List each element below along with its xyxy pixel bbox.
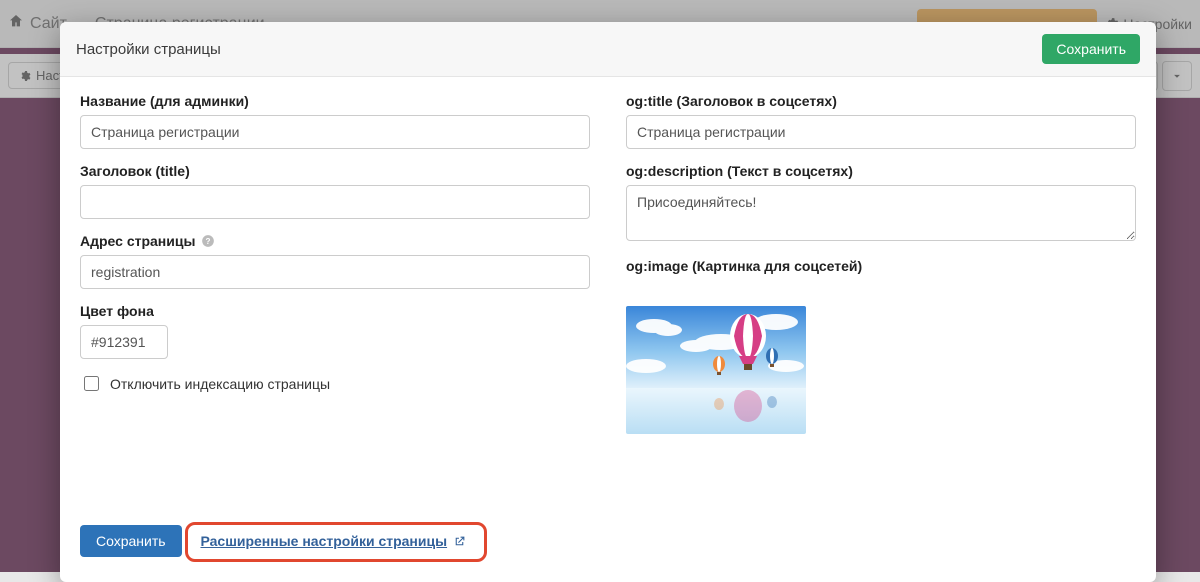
ogtitle-label: og:title (Заголовок в соцсетях)	[626, 93, 1136, 109]
bgcolor-input[interactable]	[80, 325, 168, 359]
noindex-label: Отключить индексацию страницы	[110, 376, 330, 392]
modal-header: Настройки страницы Сохранить	[60, 22, 1156, 77]
name-label: Название (для админки)	[80, 93, 590, 109]
page-settings-modal: Настройки страницы Сохранить Название (д…	[60, 22, 1156, 582]
help-icon[interactable]: ?	[199, 233, 215, 249]
title-input[interactable]	[80, 185, 590, 219]
external-link-icon	[453, 535, 466, 548]
slug-label: Адрес страницы ?	[80, 233, 590, 249]
ogimage-label: og:image (Картинка для соцсетей)	[626, 258, 1136, 274]
svg-text:?: ?	[206, 237, 211, 246]
ogdesc-label: og:description (Текст в соцсетях)	[626, 163, 1136, 179]
ogimage-preview[interactable]	[626, 306, 806, 434]
noindex-row[interactable]: Отключить индексацию страницы	[80, 373, 590, 394]
ogtitle-input[interactable]	[626, 115, 1136, 149]
title-label: Заголовок (title)	[80, 163, 590, 179]
slug-input[interactable]	[80, 255, 590, 289]
save-button-top[interactable]: Сохранить	[1042, 34, 1140, 64]
save-button-bottom[interactable]: Сохранить	[80, 525, 182, 557]
bgcolor-label: Цвет фона	[80, 303, 590, 319]
advanced-settings-link[interactable]: Расширенные настройки страницы	[200, 533, 466, 549]
advanced-settings-highlight: Расширенные настройки страницы	[185, 522, 487, 562]
ogdesc-textarea[interactable]	[626, 185, 1136, 241]
modal-title: Настройки страницы	[76, 41, 221, 58]
name-input[interactable]	[80, 115, 590, 149]
noindex-checkbox[interactable]	[84, 376, 99, 391]
